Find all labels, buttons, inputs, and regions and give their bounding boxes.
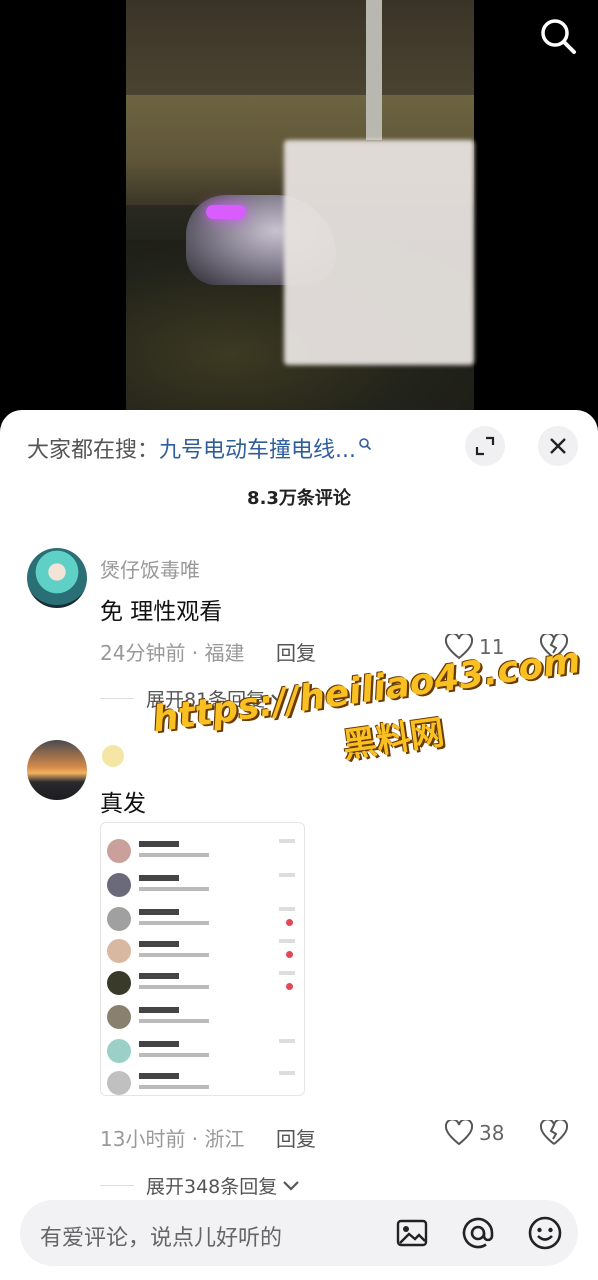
divider	[100, 1185, 134, 1186]
thumb-row	[107, 937, 297, 967]
blurred-region	[284, 140, 474, 365]
comment-input[interactable]: 有爱评论，说点儿好听的	[20, 1200, 578, 1266]
comment-sheet: 大家都在搜：九号电动车撞电线... 8.3万条评论 煲仔饭毒唯 免 理性观看 2…	[0, 410, 598, 1280]
trending-keyword[interactable]: 九号电动车撞电线...	[159, 438, 356, 463]
comment-image[interactable]	[100, 822, 305, 1096]
thumb-row	[107, 871, 297, 901]
heart-icon	[445, 1120, 473, 1146]
thumb-row	[107, 1069, 297, 1095]
video-player[interactable]	[0, 0, 598, 430]
search-icon[interactable]	[538, 16, 578, 56]
trending-search[interactable]: 大家都在搜：九号电动车撞电线...	[27, 432, 372, 464]
search-small-icon	[358, 432, 372, 457]
comment-input-placeholder: 有爱评论，说点儿好听的	[40, 1226, 283, 1251]
comment-count: 8.3万条评论	[247, 488, 351, 509]
like-button[interactable]: 38	[445, 1120, 504, 1146]
broken-heart-icon[interactable]	[539, 1118, 569, 1150]
video-pole	[366, 0, 382, 140]
thumb-row	[107, 969, 297, 999]
bottom-strip	[0, 1272, 598, 1280]
close-icon[interactable]	[538, 426, 578, 466]
thumb-row	[107, 905, 297, 935]
avatar[interactable]	[27, 740, 87, 800]
comment-text: 免 理性观看	[100, 599, 223, 625]
image-icon[interactable]	[394, 1215, 430, 1251]
thumb-row	[107, 1037, 297, 1067]
user-emoji-icon	[102, 745, 124, 767]
chevron-down-icon	[283, 1180, 300, 1191]
reply-button[interactable]: 回复	[276, 637, 316, 666]
like-count: 38	[479, 1121, 505, 1145]
comment-username[interactable]: 煲仔饭毒唯	[100, 554, 200, 583]
comment-time-location: 24分钟前 · 福建	[100, 641, 245, 665]
trending-prefix: 大家都在搜：	[27, 438, 160, 463]
expand-replies-label: 展开348条回复	[146, 1176, 278, 1198]
comment-text: 真发	[100, 791, 146, 817]
thumb-row	[107, 837, 297, 867]
mention-icon[interactable]	[460, 1215, 496, 1251]
divider	[100, 698, 134, 699]
expand-icon[interactable]	[465, 426, 505, 466]
comment-time-location: 13小时前 · 浙江	[100, 1127, 245, 1151]
video-scooter-light	[206, 205, 246, 219]
emoji-icon[interactable]	[527, 1215, 563, 1251]
thumb-row	[107, 1003, 297, 1033]
expand-replies[interactable]: 展开348条回复	[100, 1172, 301, 1199]
reply-button[interactable]: 回复	[276, 1123, 316, 1152]
avatar[interactable]	[27, 548, 87, 608]
